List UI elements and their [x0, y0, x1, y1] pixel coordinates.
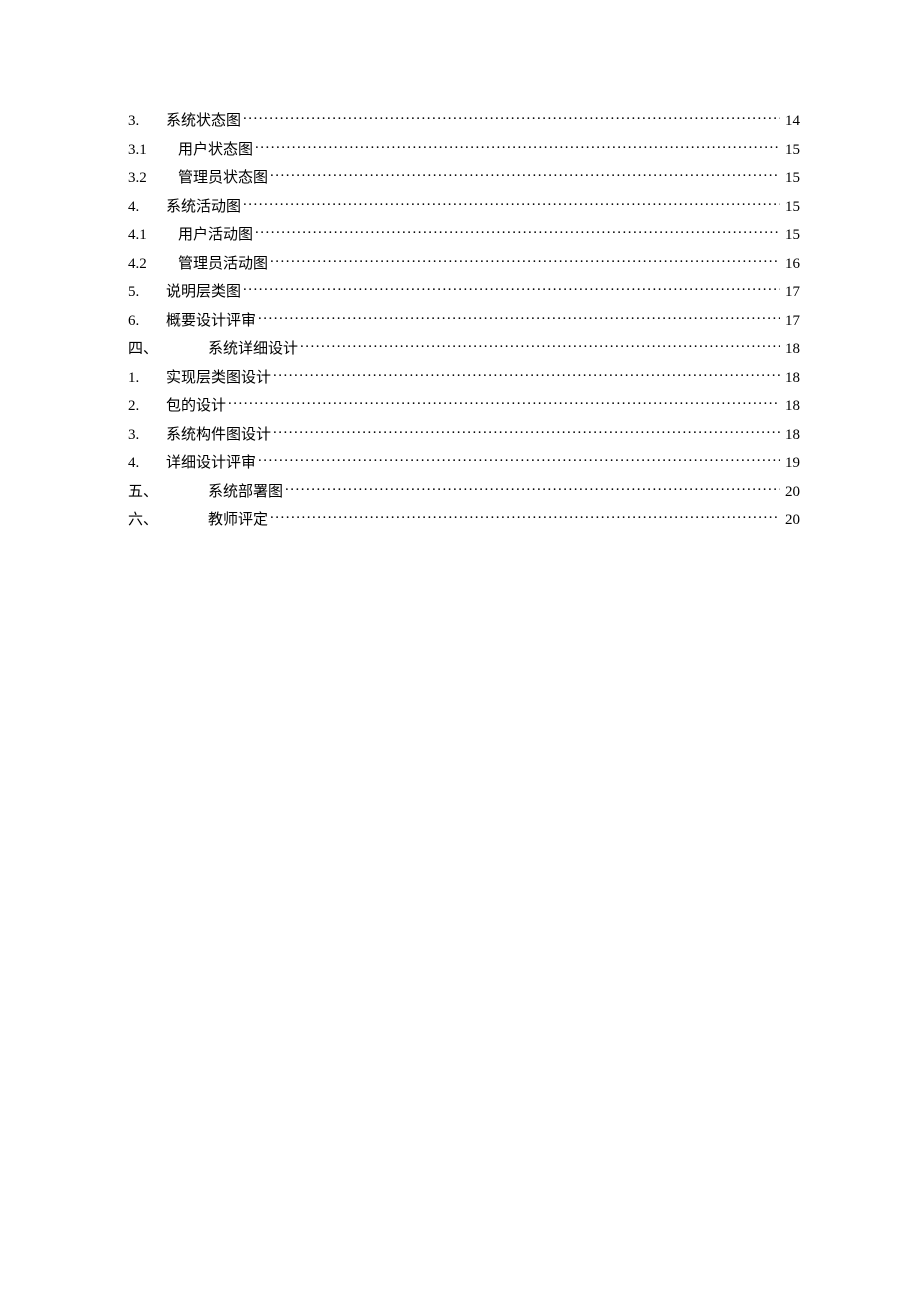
- toc-entry-title: 用户状态图: [178, 141, 253, 159]
- toc-entry-page: 15: [782, 226, 800, 244]
- toc-entry-title: 详细设计评审: [166, 454, 256, 472]
- toc-entry-title: 概要设计评审: [166, 312, 256, 330]
- toc-leader-dots: [228, 395, 780, 410]
- toc-entry: 3.系统状态图 14: [128, 110, 800, 130]
- toc-entry-number: 4.: [128, 454, 166, 472]
- toc-entry-title: 系统部署图: [208, 483, 283, 501]
- toc-entry-number: 3.: [128, 112, 166, 130]
- toc-entry-page: 17: [782, 283, 800, 301]
- toc-entry-title: 实现层类图设计: [166, 369, 271, 387]
- toc-entry-number: 四、: [128, 340, 166, 358]
- toc-leader-dots: [285, 481, 780, 496]
- toc-entry-number: 3.2: [128, 169, 166, 187]
- toc-entry-number: 4.2: [128, 255, 166, 273]
- toc-entry-page: 18: [782, 426, 800, 444]
- toc-entry: 五、 系统部署图 20: [128, 481, 800, 501]
- toc-entry-number: 六、: [128, 511, 166, 529]
- toc-entry: 4.1 用户活动图 15: [128, 224, 800, 244]
- toc-leader-dots: [243, 196, 780, 211]
- toc-entry-title: 管理员状态图: [178, 169, 268, 187]
- toc-leader-dots: [270, 509, 780, 524]
- toc-entry-number: 4.: [128, 198, 166, 216]
- toc-entry-number: 1.: [128, 369, 166, 387]
- toc-entry-page: 19: [782, 454, 800, 472]
- toc-entry-title: 系统详细设计: [208, 340, 298, 358]
- table-of-contents: 3.系统状态图143.1用户状态图153.2管理员状态图154.系统活动图154…: [128, 110, 800, 529]
- toc-entry: 4.系统活动图 15: [128, 196, 800, 216]
- toc-leader-dots: [270, 167, 780, 182]
- toc-entry-page: 18: [782, 340, 800, 358]
- toc-entry: 4.2 管理员活动图 16: [128, 253, 800, 273]
- toc-entry: 4.详细设计评审 19: [128, 452, 800, 472]
- toc-leader-dots: [243, 281, 780, 296]
- toc-entry-title: 包的设计: [166, 397, 226, 415]
- toc-leader-dots: [273, 424, 780, 439]
- toc-entry-title: 系统状态图: [166, 112, 241, 130]
- toc-entry-title: 教师评定: [208, 511, 268, 529]
- toc-leader-dots: [258, 452, 780, 467]
- toc-entry-number: 五、: [128, 483, 166, 501]
- toc-entry: 2.包的设计 18: [128, 395, 800, 415]
- toc-leader-dots: [273, 367, 780, 382]
- toc-entry: 6.概要设计评审 17: [128, 310, 800, 330]
- toc-leader-dots: [243, 110, 780, 125]
- toc-entry-number: 5.: [128, 283, 166, 301]
- toc-entry: 六、 教师评定 20: [128, 509, 800, 529]
- toc-entry-page: 20: [782, 511, 800, 529]
- toc-entry-page: 20: [782, 483, 800, 501]
- toc-leader-dots: [300, 338, 780, 353]
- toc-entry-page: 18: [782, 397, 800, 415]
- toc-entry-page: 16: [782, 255, 800, 273]
- toc-entry: 5.说明层类图 17: [128, 281, 800, 301]
- toc-entry-title: 系统活动图: [166, 198, 241, 216]
- toc-entry: 四、 系统详细设计 18: [128, 338, 800, 358]
- toc-entry-page: 14: [782, 112, 800, 130]
- toc-leader-dots: [270, 253, 780, 268]
- toc-entry: 1.实现层类图设计 18: [128, 367, 800, 387]
- toc-entry-page: 15: [782, 141, 800, 159]
- toc-entry-title: 系统构件图设计: [166, 426, 271, 444]
- toc-entry-number: 3.: [128, 426, 166, 444]
- toc-entry-number: 3.1: [128, 141, 166, 159]
- toc-entry-number: 6.: [128, 312, 166, 330]
- toc-entry-number: 2.: [128, 397, 166, 415]
- toc-entry: 3.2 管理员状态图 15: [128, 167, 800, 187]
- toc-entry-page: 15: [782, 198, 800, 216]
- toc-entry-page: 17: [782, 312, 800, 330]
- toc-entry-number: 4.1: [128, 226, 166, 244]
- toc-entry: 3.1 用户状态图 15: [128, 139, 800, 159]
- toc-entry-page: 15: [782, 169, 800, 187]
- toc-entry: 3.系统构件图设计 18: [128, 424, 800, 444]
- toc-leader-dots: [255, 224, 780, 239]
- toc-entry-title: 说明层类图: [166, 283, 241, 301]
- toc-leader-dots: [258, 310, 780, 325]
- toc-entry-title: 用户活动图: [178, 226, 253, 244]
- toc-leader-dots: [255, 139, 780, 154]
- toc-entry-title: 管理员活动图: [178, 255, 268, 273]
- toc-entry-page: 18: [782, 369, 800, 387]
